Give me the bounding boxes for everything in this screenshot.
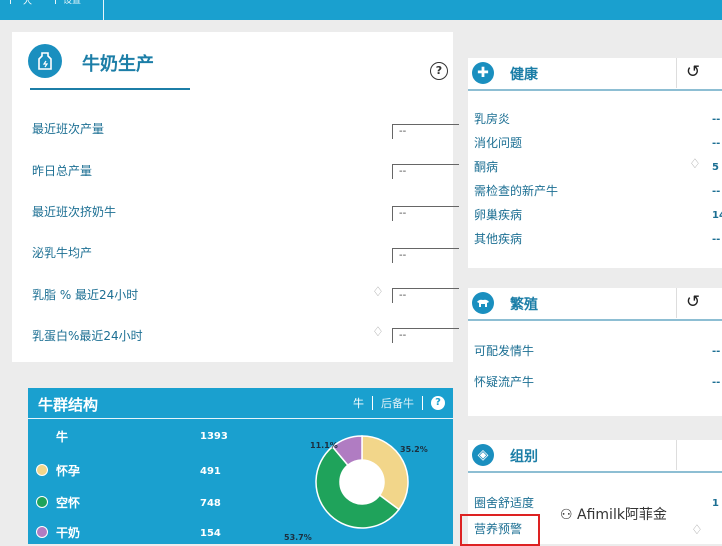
metric-value-avg-per-cow: -- [392, 248, 459, 263]
herd-row-value-open: 748 [200, 498, 221, 509]
health-item-digestive[interactable]: 消化问题 [474, 134, 522, 151]
breeding-item-abortion[interactable]: 怀疑流产牛 [474, 373, 534, 390]
herd-structure-panel: 牛群结构 牛 后备牛 ? 牛 1393 怀孕 491 空怀 748 干奶 154… [28, 388, 453, 544]
milk-title: 牛奶生产 [82, 54, 154, 75]
health-value-ovarian: 14 [712, 210, 722, 221]
breeding-value-abortion: -- [712, 377, 721, 388]
legend-dot-open [36, 496, 48, 508]
group-item-comfort[interactable]: 圈舍舒适度 [474, 494, 534, 511]
breeding-title: 繁殖 [510, 297, 538, 313]
metric-label-last-shift-yield: 最近班次产量 [32, 122, 105, 136]
milk-title-underline [30, 88, 190, 90]
health-cross-icon: ✚ [472, 62, 494, 84]
herd-tab-heifers[interactable]: 后备牛 [381, 395, 414, 411]
metric-value-last-shift-yield: -- [392, 124, 459, 139]
health-header: ✚ 健康 ↺ [468, 58, 722, 88]
group-value-comfort: 1 [712, 498, 719, 509]
gem-icon: ♢ [372, 285, 384, 300]
legend-dot-pregnant [36, 464, 48, 476]
metric-label-protein-24h: 乳蛋白%最近24小时 [32, 329, 143, 343]
metric-value-yesterday-total: -- [392, 164, 459, 179]
header-separator [676, 440, 677, 470]
metric-value-fat-24h: -- [392, 288, 459, 303]
herd-tab-cows[interactable]: 牛 [353, 395, 364, 411]
health-value-ketosis: 5 [712, 162, 719, 173]
herd-total-value: 1393 [200, 431, 228, 442]
donut-label-open: 53.7% [284, 533, 312, 542]
herd-row-label-pregnant: 怀孕 [56, 464, 81, 478]
metric-value-last-shift-milked: -- [392, 206, 459, 221]
health-panel: ✚ 健康 ↺ 乳房炎 -- 消化问题 -- 酮病 ♢ 5 需检查的新产牛 -- … [468, 58, 722, 268]
donut-label-dry: 11.1% [310, 441, 338, 450]
refresh-icon[interactable]: ↺ [686, 292, 700, 312]
refresh-icon[interactable]: ↺ [686, 62, 700, 82]
metric-label-yesterday-total: 昨日总产量 [32, 164, 93, 178]
gem-icon: ♢ [372, 325, 384, 340]
health-item-mastitis[interactable]: 乳房炎 [474, 110, 510, 127]
herd-row-label-dry: 干奶 [56, 526, 81, 540]
breeding-header: 繁殖 ↺ [468, 288, 722, 318]
herd-row-value-pregnant: 491 [200, 466, 221, 477]
group-underline [468, 471, 722, 473]
legend-dot-dry [36, 526, 48, 538]
breeding-item-heat[interactable]: 可配发情牛 [474, 342, 534, 359]
highlight-box [460, 514, 540, 546]
gem-icon: ♢ [689, 157, 701, 172]
health-item-ketosis[interactable]: 酮病 [474, 158, 498, 175]
health-value-mastitis: -- [712, 114, 721, 125]
donut-label-pregnant: 35.2% [400, 445, 428, 454]
herd-tabs: 牛 后备牛 ? [353, 395, 445, 411]
tab-separator [372, 396, 373, 410]
group-title: 组别 [510, 449, 538, 465]
header-separator [676, 288, 677, 318]
metric-value-protein-24h: -- [392, 328, 459, 343]
nav-tab-settings[interactable]: 设置 [55, 0, 104, 20]
top-nav-bar: 人 设置 [0, 0, 722, 20]
health-value-digestive: -- [712, 138, 721, 149]
help-icon[interactable]: ? [430, 62, 448, 80]
herd-donut-chart: 35.2% 53.7% 11.1% [284, 435, 428, 542]
health-item-other[interactable]: 其他疾病 [474, 230, 522, 247]
herd-title: 牛群结构 [38, 396, 99, 414]
herd-row-label-open: 空怀 [56, 496, 81, 510]
health-value-other: -- [712, 234, 721, 245]
herd-total-label: 牛 [56, 430, 69, 444]
group-icon: ◈ [472, 444, 494, 466]
milk-bottle-icon [28, 44, 62, 78]
group-header: ◈ 组别 [468, 440, 722, 470]
health-title: 健康 [510, 67, 538, 83]
header-separator [676, 58, 677, 88]
metric-label-avg-per-cow: 泌乳牛均产 [32, 246, 93, 260]
health-underline [468, 89, 722, 91]
tab-separator [422, 396, 423, 410]
metric-label-fat-24h: 乳脂 % 最近24小时 [32, 288, 139, 302]
breeding-panel: 繁殖 ↺ 可配发情牛 -- 怀疑流产牛 -- [468, 288, 722, 416]
metric-label-last-shift-milked: 最近班次挤奶牛 [32, 205, 117, 219]
health-item-fresh-check[interactable]: 需检查的新产牛 [474, 182, 558, 199]
health-item-ovarian[interactable]: 卵巢疾病 [474, 206, 522, 223]
wechat-icon: ⚇ [560, 507, 578, 523]
health-value-fresh-check: -- [712, 186, 721, 197]
herd-row-value-dry: 154 [200, 528, 221, 539]
milk-production-panel: 牛奶生产 ? 最近班次产量 -- 昨日总产量 -- 最近班次挤奶牛 -- 泌乳牛… [12, 32, 459, 362]
watermark: ⚇ Afimilk阿菲金 [560, 504, 667, 524]
gem-icon: ♢ [691, 523, 703, 538]
breeding-value-heat: -- [712, 346, 721, 357]
breeding-underline [468, 319, 722, 321]
nav-tab-people[interactable]: 人 [10, 0, 56, 7]
help-icon[interactable]: ? [431, 396, 445, 410]
cow-icon [472, 292, 494, 314]
donut-center [340, 460, 384, 504]
